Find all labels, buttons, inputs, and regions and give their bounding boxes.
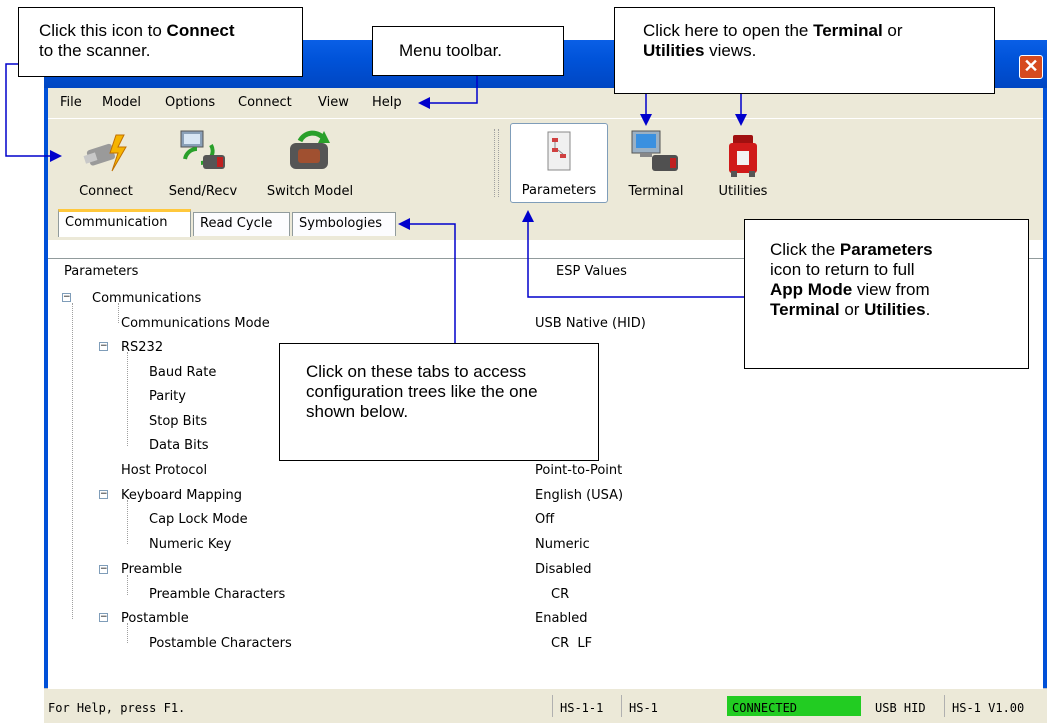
callout-arrows xyxy=(5,63,747,343)
arrow-tabs xyxy=(398,218,456,343)
arrow-menu xyxy=(418,76,478,109)
arrow-parameters xyxy=(522,210,744,298)
arrow-connect xyxy=(5,63,62,162)
